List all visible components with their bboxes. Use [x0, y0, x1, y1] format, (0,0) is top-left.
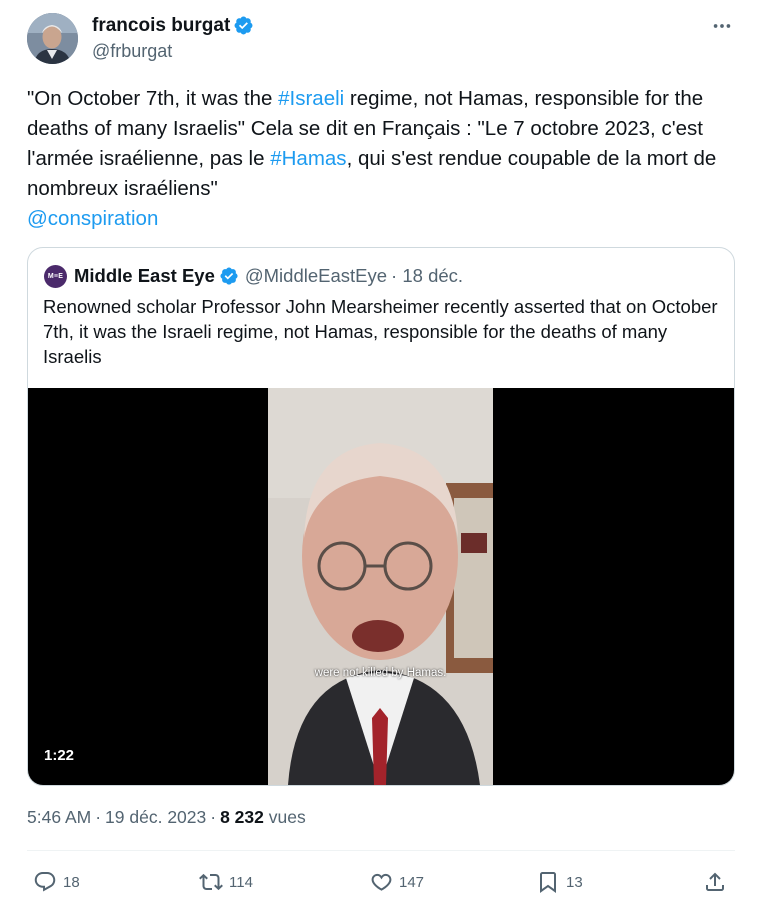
- author-avatar[interactable]: [27, 13, 78, 64]
- more-icon: [713, 24, 731, 28]
- views-count: 8 232: [220, 807, 264, 827]
- video-player[interactable]: were not killed by Hamas. 1:22: [28, 388, 734, 785]
- like-count: 147: [399, 873, 425, 891]
- reply-icon: [34, 872, 56, 892]
- reply-count: 18: [63, 873, 80, 891]
- mention-conspiration-link[interactable]: @conspiration: [27, 207, 158, 230]
- repost-icon: [199, 873, 223, 891]
- tweet-date[interactable]: 19 déc. 2023: [105, 807, 206, 827]
- like-button[interactable]: 147: [369, 866, 424, 898]
- more-options-button[interactable]: [708, 14, 736, 38]
- bookmark-count: 13: [566, 873, 583, 891]
- quoted-author-avatar[interactable]: M≡E: [44, 264, 67, 288]
- quoted-tweet-header: M≡E Middle East Eye @MiddleEastEye · 18 …: [44, 264, 463, 288]
- quoted-tweet-date[interactable]: · 18 déc.: [391, 265, 463, 287]
- divider: [27, 850, 735, 851]
- author-handle[interactable]: @frburgat: [92, 41, 172, 62]
- tweet-time[interactable]: 5:46 AM: [27, 807, 91, 827]
- repost-button[interactable]: 114: [199, 866, 253, 898]
- bookmark-icon: [540, 872, 556, 893]
- tweet-meta: 5:46 AM · 19 déc. 2023 · 8 232 vues: [27, 807, 306, 827]
- hashtag-hamas-link[interactable]: #Hamas: [270, 147, 346, 170]
- quoted-author-name[interactable]: Middle East Eye: [74, 265, 215, 287]
- share-button[interactable]: [703, 866, 727, 898]
- verified-badge-icon: [219, 266, 239, 286]
- video-duration: 1:22: [44, 747, 75, 764]
- like-icon: [371, 873, 392, 891]
- action-bar: 18 114 147 13: [0, 866, 759, 898]
- video-frame: were not killed by Hamas.: [268, 388, 493, 785]
- share-icon: [706, 872, 724, 891]
- video-caption: were not killed by Hamas.: [314, 667, 447, 679]
- repost-count: 114: [229, 873, 253, 891]
- video-thumbnail-image: [268, 388, 493, 785]
- quoted-tweet-card[interactable]: M≡E Middle East Eye @MiddleEastEye · 18 …: [27, 247, 735, 786]
- tweet-text: "On October 7th, it was the #Israeli reg…: [27, 84, 737, 234]
- tweet: francois burgat @frburgat "On October 7t…: [0, 0, 759, 915]
- verified-badge-icon: [233, 15, 254, 36]
- bookmark-button[interactable]: 13: [536, 866, 583, 898]
- hashtag-israeli-link[interactable]: #Israeli: [278, 87, 344, 110]
- quoted-tweet-text: Renowned scholar Professor John Mearshei…: [43, 296, 718, 367]
- quoted-author-handle[interactable]: @MiddleEastEye: [245, 265, 387, 287]
- views-label: vues: [268, 807, 306, 827]
- tweet-text-segment: "On October 7th, it was the: [27, 87, 279, 110]
- reply-button[interactable]: 18: [33, 866, 80, 898]
- author-name[interactable]: francois burgat: [92, 15, 230, 37]
